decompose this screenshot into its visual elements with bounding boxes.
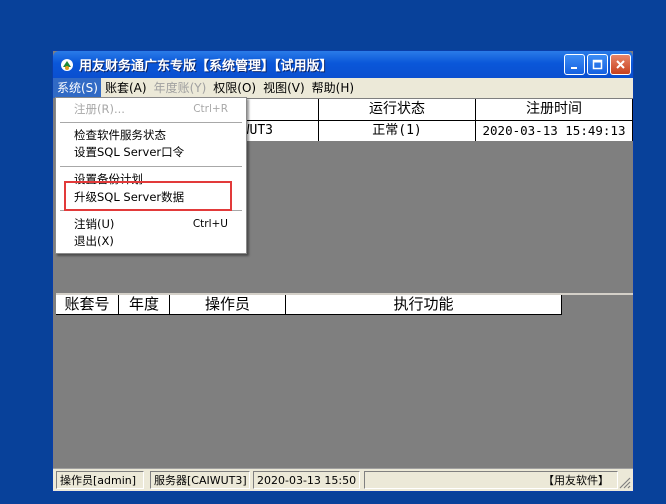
menu-item-label: 设置SQL Server口令 (74, 145, 185, 159)
menu-help[interactable]: 帮助(H) (308, 78, 357, 98)
maximize-button[interactable] (587, 54, 608, 75)
column-header-account-no[interactable]: 账套号 (56, 295, 119, 315)
status-bar: 操作员[admin] 服务器[CAIWUT3] 2020-03-13 15:50… (53, 468, 633, 491)
menu-item-check-service[interactable]: 检查软件服务状态 (74, 127, 238, 144)
annotation-highlight-box (64, 181, 232, 211)
menu-item-label: 注册(R)... (74, 102, 125, 116)
title-bar[interactable]: 用友财务通广东专版【系统管理】【试用版】 (53, 51, 633, 78)
system-menu-dropdown: 注册(R)... Ctrl+R 检查软件服务状态 设置SQL Server口令 … (55, 97, 247, 254)
column-header-operator[interactable]: 操作员 (170, 295, 286, 315)
menu-annual-account[interactable]: 年度账(Y) (150, 78, 210, 98)
status-server: 服务器[CAIWUT3] (150, 471, 250, 489)
menu-item-label: 检查软件服务状态 (74, 128, 166, 142)
table-cell-status[interactable]: 正常(1) (319, 120, 476, 141)
status-operator: 操作员[admin] (56, 471, 144, 489)
menu-item-label: 注销(U) (74, 217, 115, 231)
close-button[interactable] (610, 54, 631, 75)
maximize-icon (592, 59, 603, 70)
menu-permissions[interactable]: 权限(O) (209, 78, 259, 98)
table-cell-register-time[interactable]: 2020-03-13 15:49:13 (476, 120, 633, 141)
menu-item-register[interactable]: 注册(R)... Ctrl+R (74, 101, 238, 118)
column-header-register-time[interactable]: 注册时间 (476, 99, 633, 120)
menu-view[interactable]: 视图(V) (259, 78, 308, 98)
status-brand: 【用友软件】 (364, 471, 618, 489)
menu-separator (60, 166, 242, 167)
column-header-function[interactable]: 执行功能 (286, 295, 562, 315)
menu-item-exit[interactable]: 退出(X) (74, 233, 238, 250)
window-title: 用友财务通广东专版【系统管理】【试用版】 (79, 59, 333, 74)
column-header-year[interactable]: 年度 (119, 295, 170, 315)
menu-item-label: 退出(X) (74, 234, 114, 248)
column-header-status[interactable]: 运行状态 (319, 99, 476, 120)
menu-item-logout[interactable]: 注销(U) Ctrl+U (74, 216, 238, 233)
app-logo-icon (59, 57, 75, 73)
menu-bar: 系统(S) 账套(A) 年度账(Y) 权限(O) 视图(V) 帮助(H) (53, 78, 633, 98)
menu-separator (60, 122, 242, 123)
operation-log-table: 账套号 年度 操作员 执行功能 (56, 293, 633, 315)
menu-item-set-sql-password[interactable]: 设置SQL Server口令 (74, 144, 238, 161)
minimize-icon (571, 67, 577, 69)
resize-grip-icon[interactable] (617, 475, 631, 489)
close-icon (616, 60, 625, 69)
menu-item-shortcut: Ctrl+R (193, 103, 228, 115)
status-datetime: 2020-03-13 15:50 (253, 471, 360, 489)
minimize-button[interactable] (564, 54, 585, 75)
menu-system[interactable]: 系统(S) (53, 78, 101, 98)
menu-item-shortcut: Ctrl+U (192, 218, 228, 230)
menu-account-set[interactable]: 账套(A) (101, 78, 150, 98)
